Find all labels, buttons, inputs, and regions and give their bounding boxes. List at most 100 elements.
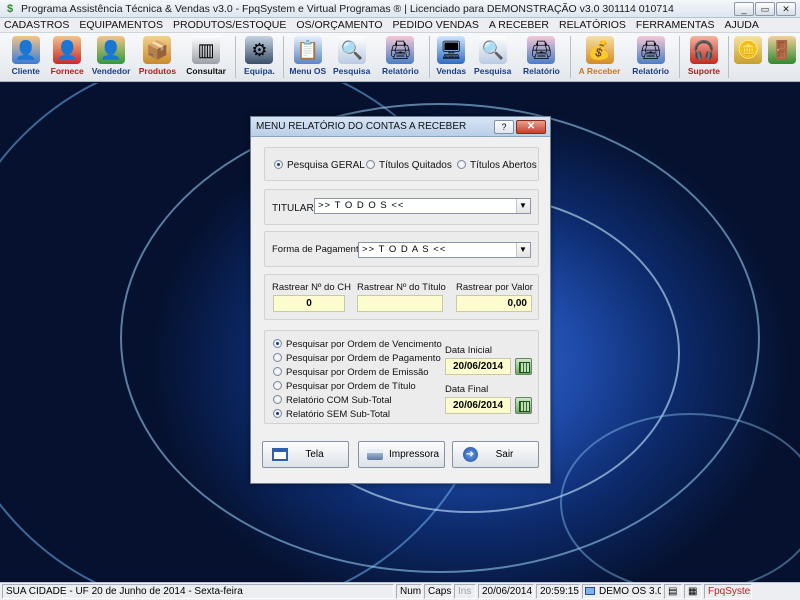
calendar-icon[interactable] bbox=[515, 397, 532, 414]
calendar-icon[interactable] bbox=[515, 358, 532, 375]
radio-indicator[interactable] bbox=[273, 395, 282, 404]
toolbar-label: Vendedor bbox=[91, 66, 131, 76]
radio-indicator[interactable] bbox=[366, 160, 375, 169]
toolbar-relat-rio-button[interactable]: 🖨 Relatório bbox=[517, 33, 566, 81]
toolbar: 👤 Cliente 👤 Fornece 👤 Vendedor 📦 Produtos ▥ Consu… bbox=[0, 33, 800, 82]
toolbar-label: Menu OS bbox=[289, 66, 327, 76]
person-icon: 👤 bbox=[11, 36, 40, 64]
titular-select[interactable]: >> T O D O S << ▼ bbox=[314, 198, 531, 214]
maximize-button[interactable]: ▭ bbox=[755, 1, 775, 16]
toolbar-vendas-button[interactable]: 🖥 Vendas bbox=[434, 33, 469, 81]
radio-label: Pesquisar por Ordem de Título bbox=[286, 381, 416, 392]
app-logo-icon: $ bbox=[6, 2, 14, 15]
menu-ajuda[interactable]: AJUDA bbox=[724, 19, 758, 31]
rastrear-valor-input[interactable]: 0,00 bbox=[456, 295, 532, 312]
impressora-button-label: Impressora bbox=[389, 449, 440, 460]
radio-com-subtotal[interactable]: Relatório COM Sub-Total bbox=[273, 394, 392, 406]
radio-ordem-pagamento[interactable]: Pesquisar por Ordem de Pagamento bbox=[273, 352, 441, 364]
toolbar-relat-rio-button[interactable]: 🖨 Relatório bbox=[376, 33, 425, 81]
chevron-down-icon[interactable]: ▼ bbox=[516, 199, 530, 213]
toolbar-coins-button[interactable]: 🪙 bbox=[733, 33, 765, 81]
toolbar-vendedor-button[interactable]: 👤 Vendedor bbox=[89, 33, 133, 81]
help-button[interactable]: ? bbox=[494, 119, 514, 134]
window-title: Programa Assistência Técnica & Vendas v3… bbox=[21, 2, 674, 15]
radio-label: Pesquisar por Ordem de Vencimento bbox=[286, 339, 442, 350]
radio-indicator[interactable] bbox=[273, 339, 282, 348]
menu-produtos-estoque[interactable]: PRODUTOS/ESTOQUE bbox=[173, 19, 286, 31]
data-final-input[interactable]: 20/06/2014 bbox=[445, 397, 511, 414]
titular-panel: TITULAR >> T O D O S << ▼ bbox=[264, 189, 539, 225]
status-num: Num bbox=[396, 584, 422, 599]
menu-ferramentas[interactable]: FERRAMENTAS bbox=[636, 19, 715, 31]
close-window-button[interactable]: ✕ bbox=[776, 1, 796, 16]
dialog-titlebar: MENU RELATÓRIO DO CONTAS A RECEBER ? ✕ bbox=[251, 117, 550, 137]
sair-button[interactable]: ➜ Sair bbox=[452, 441, 539, 468]
menu-cadastros[interactable]: CADASTROS bbox=[4, 19, 69, 31]
window-titlebar: $ Programa Assistência Técnica & Vendas … bbox=[0, 0, 800, 18]
impressora-button[interactable]: Impressora bbox=[358, 441, 445, 468]
toolbar-separator bbox=[234, 36, 236, 78]
radio-ordem-vencimento[interactable]: Pesquisar por Ordem de Vencimento bbox=[273, 338, 442, 350]
toolbar-suporte-button[interactable]: 🎧 Suporte bbox=[684, 33, 723, 81]
toolbar-pesquisa-button[interactable]: 🔍 Pesquisa bbox=[471, 33, 515, 81]
monitor-icon: 🖥 bbox=[437, 36, 466, 64]
toolbar-fornece-button[interactable]: 👤 Fornece bbox=[47, 33, 86, 81]
menu-relatorios[interactable]: RELATÓRIOS bbox=[559, 19, 626, 31]
status-version-label: DEMO OS 3.0 bbox=[599, 586, 662, 597]
toolbar-a-receber-button[interactable]: 💰 A Receber bbox=[575, 33, 624, 81]
toolbar-exit-door-button[interactable]: 🚪 bbox=[766, 33, 798, 81]
rastrear-ch-input[interactable]: 0 bbox=[273, 295, 345, 312]
tela-button[interactable]: Tela bbox=[262, 441, 349, 468]
radio-indicator[interactable] bbox=[457, 160, 466, 169]
toolbar-produtos-button[interactable]: 📦 Produtos bbox=[135, 33, 179, 81]
radio-indicator[interactable] bbox=[273, 409, 282, 418]
toolbar-separator bbox=[429, 36, 430, 78]
data-inicial-input[interactable]: 20/06/2014 bbox=[445, 358, 511, 375]
titular-label: TITULAR bbox=[272, 203, 314, 214]
toolbar-menu-os-button[interactable]: 📋 Menu OS bbox=[288, 33, 327, 81]
radio-ordem-titulo[interactable]: Pesquisar por Ordem de Título bbox=[273, 380, 416, 392]
toolbar-pesquisa-button[interactable]: 🔍 Pesquisa bbox=[330, 33, 374, 81]
chevron-down-icon[interactable]: ▼ bbox=[516, 243, 530, 257]
printer-icon: 🖨 bbox=[636, 36, 665, 64]
menu-pedido-vendas[interactable]: PEDIDO VENDAS bbox=[393, 19, 479, 31]
keyboard-status-icon[interactable]: ▦ bbox=[684, 584, 702, 599]
radio-sem-subtotal[interactable]: Relatório SEM Sub-Total bbox=[273, 408, 390, 420]
ordenacao-panel: Pesquisar por Ordem de Vencimento Pesqui… bbox=[264, 330, 539, 424]
minimize-button[interactable]: _ bbox=[734, 1, 754, 16]
clipboard-icon: 📋 bbox=[293, 36, 322, 64]
contas-receber-report-dialog: MENU RELATÓRIO DO CONTAS A RECEBER ? ✕ P… bbox=[250, 116, 551, 484]
dialog-close-button[interactable]: ✕ bbox=[516, 119, 546, 134]
toolbar-label: Relatório bbox=[632, 66, 670, 76]
rastrear-titulo-input[interactable] bbox=[357, 295, 443, 312]
toolbar-relat-rio-button[interactable]: 🖨 Relatório bbox=[626, 33, 675, 81]
toolbar-equipa--button[interactable]: ⚙ Equipa. bbox=[240, 33, 279, 81]
rastrear-titulo-label: Rastrear Nº do Título bbox=[357, 282, 446, 293]
data-inicial-label: Data Inicial bbox=[445, 345, 492, 356]
status-date: 20/06/2014 bbox=[478, 584, 534, 599]
toolbar-consultar-button[interactable]: ▥ Consultar bbox=[182, 33, 231, 81]
toolbar-label: Suporte bbox=[687, 66, 721, 76]
receivable-icon: 💰 bbox=[585, 36, 614, 64]
radio-ordem-emissao[interactable]: Pesquisar por Ordem de Emissão bbox=[273, 366, 429, 378]
radio-indicator[interactable] bbox=[273, 381, 282, 390]
radio-titulos-abertos[interactable]: Títulos Abertos bbox=[457, 159, 537, 171]
toolbar-cliente-button[interactable]: 👤 Cliente bbox=[6, 33, 45, 81]
radio-indicator[interactable] bbox=[273, 353, 282, 362]
radio-indicator[interactable] bbox=[274, 160, 283, 169]
radio-titulos-quitados[interactable]: Títulos Quitados bbox=[366, 159, 452, 171]
exit-door-icon: 🚪 bbox=[768, 36, 797, 64]
status-location: SUA CIDADE - UF 20 de Junho de 2014 - Se… bbox=[2, 584, 394, 599]
radio-label: Pesquisa GERAL bbox=[287, 160, 365, 171]
supplier-person-icon: 👤 bbox=[53, 36, 82, 64]
menu-a-receber[interactable]: A RECEBER bbox=[489, 19, 549, 31]
toolbar-separator bbox=[679, 36, 681, 78]
menu-os-orcamento[interactable]: OS/ORÇAMENTO bbox=[296, 19, 382, 31]
sair-button-label: Sair bbox=[495, 449, 514, 460]
radio-pesquisa-geral[interactable]: Pesquisa GERAL bbox=[274, 159, 365, 171]
pagamento-select[interactable]: >> T O D A S << ▼ bbox=[358, 242, 531, 258]
radio-indicator[interactable] bbox=[273, 367, 282, 376]
printer-status-icon[interactable]: ▤ bbox=[664, 584, 682, 599]
rastrear-panel: Rastrear Nº do CH Rastrear Nº do Título … bbox=[264, 274, 539, 320]
menu-equipamentos[interactable]: EQUIPAMENTOS bbox=[79, 19, 163, 31]
